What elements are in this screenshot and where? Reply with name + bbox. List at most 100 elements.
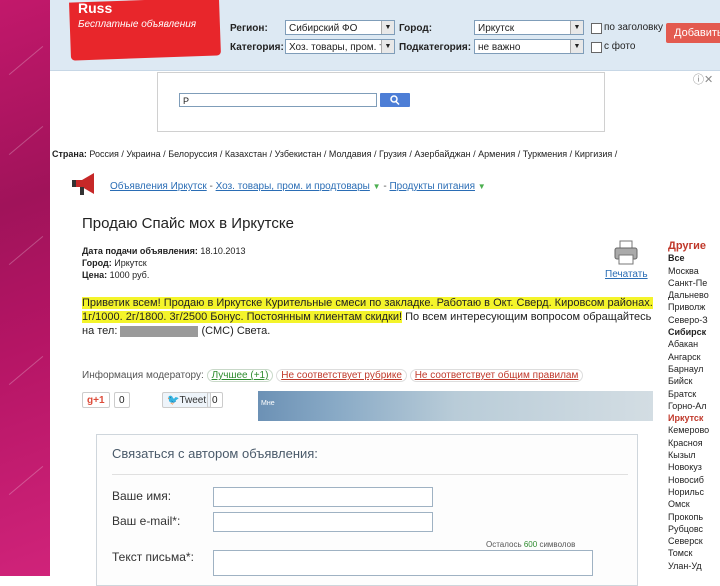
region-label: Регион: [230, 23, 268, 34]
vote-best-button[interactable]: Лучшее (+1) [206, 369, 274, 382]
sidebar-item[interactable]: Кемерово [668, 424, 720, 436]
country-link[interactable]: Казахстан [225, 149, 267, 159]
add-listing-button[interactable]: Добавить [666, 23, 720, 43]
tweet-button[interactable]: 🐦Tweet [162, 392, 212, 408]
ad-choices-icon[interactable]: ⓘ✕ [693, 71, 713, 87]
listing-city: Город: Иркутск [82, 258, 147, 268]
subcategory-select-value: не важно [478, 42, 521, 53]
with-photo-checkbox[interactable] [591, 42, 602, 53]
sidebar-item[interactable]: Новосиб [668, 474, 720, 486]
with-photo-label: с фото [604, 41, 636, 52]
sidebar-item[interactable]: Москва [668, 265, 720, 277]
country-link[interactable]: Молдавия [329, 149, 372, 159]
phone-redacted [120, 325, 199, 337]
sidebar-item[interactable]: Красноя [668, 437, 720, 449]
sidebar-item[interactable]: Все [668, 252, 720, 264]
search-icon [390, 95, 400, 106]
moderator-feedback: Информация модератору: Лучшее (+1) Не со… [82, 369, 584, 382]
breadcrumb-item[interactable]: Объявления Иркутск [110, 181, 207, 192]
country-link[interactable]: Грузия [379, 149, 407, 159]
logo-subtitle: Бесплатные объявления [78, 19, 197, 30]
sidebar-item[interactable]: Новокуз [668, 461, 720, 473]
sidebar-item[interactable]: Санкт-Пе [668, 277, 720, 289]
subcategory-select[interactable]: не важно ▼ [474, 39, 584, 54]
ad-search-input[interactable]: Р [179, 93, 377, 107]
region-select[interactable]: Сибирский ФО ▼ [285, 20, 395, 35]
price-value: 1000 руб. [109, 270, 150, 280]
chevron-down-icon: ▼ [570, 40, 583, 53]
email-label: Ваш e-mail*: [112, 514, 181, 528]
report-rules-violation-button[interactable]: Не соответствует общим правилам [409, 369, 584, 382]
sidebar-item[interactable]: Омск [668, 498, 720, 510]
city-value: Иркутск [114, 258, 147, 268]
tweet-count: 0 [207, 392, 223, 408]
sidebar-item[interactable]: Барнаул [668, 363, 720, 375]
subcategory-label: Подкатегория: [399, 42, 472, 53]
country-link[interactable]: Узбекистан [275, 149, 322, 159]
chars-left-counter: Осталось 600 символов [486, 540, 575, 549]
sidebar-item[interactable]: Братск [668, 388, 720, 400]
city-select-value: Иркутск [478, 23, 515, 34]
name-input[interactable] [213, 487, 433, 507]
chevron-down-icon[interactable]: ▼ [373, 182, 381, 191]
sidebar-item[interactable]: Северск [668, 535, 720, 547]
city-label: Город: [399, 23, 433, 34]
printer-icon[interactable] [614, 240, 638, 266]
sidebar-item[interactable]: Рубцовс [668, 523, 720, 535]
description-tail: (СМС) Света. [201, 325, 271, 337]
social-photo-strip[interactable]: Мне [258, 391, 653, 421]
sidebar-item[interactable]: Томск [668, 547, 720, 559]
sidebar-item[interactable]: Иркутск [668, 412, 720, 424]
google-plus-button[interactable]: g+1 [82, 392, 110, 408]
country-link[interactable]: Туркмения [523, 149, 567, 159]
google-plus-count: 0 [114, 392, 130, 408]
print-link[interactable]: Печатать [605, 269, 648, 280]
sidebar-item[interactable]: Дальнево [668, 289, 720, 301]
category-select-value: Хоз. товары, пром. т [289, 42, 384, 53]
titles-only-checkbox[interactable] [591, 23, 602, 34]
report-wrong-category-button[interactable]: Не соответствует рубрике [276, 369, 407, 382]
chars-left-prefix: Осталось [486, 540, 522, 549]
category-select[interactable]: Хоз. товары, пром. т ▼ [285, 39, 395, 54]
city-select[interactable]: Иркутск ▼ [474, 20, 584, 35]
sidebar-item[interactable]: Сибирск [668, 326, 720, 338]
contact-form-title: Связаться с автором объявления: [112, 446, 318, 461]
sidebar-item[interactable]: Улан-Уд [668, 560, 720, 572]
date-value: 18.10.2013 [200, 246, 246, 256]
megaphone-icon [72, 173, 94, 195]
country-nav: Страна: Россия / Украина / Белоруссия / … [52, 149, 618, 159]
country-link[interactable]: Киргизия [575, 149, 613, 159]
listing-price: Цена: 1000 руб. [82, 270, 149, 280]
email-input[interactable] [213, 512, 433, 532]
country-link[interactable]: Украина [126, 149, 160, 159]
sidebar-title: Другие [668, 240, 706, 252]
chevron-down-icon[interactable]: ▼ [478, 182, 486, 191]
sidebar-item[interactable]: Прокопь [668, 511, 720, 523]
sidebar-item[interactable]: Северо-З [668, 314, 720, 326]
chevron-down-icon: ▼ [381, 21, 394, 34]
sidebar-item[interactable]: Бийск [668, 375, 720, 387]
message-label: Текст письма*: [112, 550, 194, 564]
country-link[interactable]: Белоруссия [168, 149, 217, 159]
country-nav-lead: Страна: [52, 149, 87, 159]
category-label: Категория: [230, 42, 284, 53]
country-link[interactable]: Армения [478, 149, 515, 159]
breadcrumb-item[interactable]: Продукты питания [389, 181, 475, 192]
listing-date: Дата подачи объявления: 18.10.2013 [82, 246, 245, 256]
ad-search-button[interactable] [380, 93, 410, 107]
city-label: Город: [82, 258, 112, 268]
sidebar-item[interactable]: Абакан [668, 338, 720, 350]
chevron-down-icon: ▼ [381, 40, 394, 53]
listing-description: Приветик всем! Продаю в Иркутске Курител… [82, 296, 662, 338]
sidebar-item[interactable]: Норильс [668, 486, 720, 498]
sidebar-item[interactable]: Горно-Ал [668, 400, 720, 412]
sidebar-item[interactable]: Кызыл [668, 449, 720, 461]
country-link[interactable]: Азербайджан [414, 149, 470, 159]
sidebar-item[interactable]: Приволж [668, 301, 720, 313]
country-link[interactable]: Россия [89, 149, 119, 159]
message-textarea[interactable] [213, 550, 593, 576]
sidebar-item[interactable]: Ангарск [668, 351, 720, 363]
breadcrumb-item[interactable]: Хоз. товары, пром. и продтовары [216, 181, 370, 192]
tweet-label: Tweet [179, 395, 207, 406]
breadcrumb: Объявления Иркутск - Хоз. товары, пром. … [110, 181, 486, 192]
